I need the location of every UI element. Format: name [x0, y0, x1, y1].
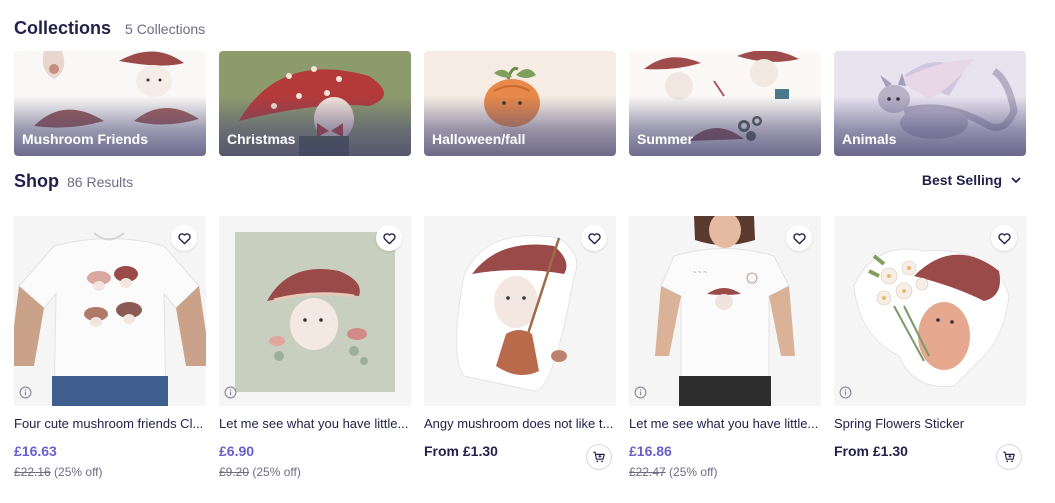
discount-label: (25% off)	[252, 465, 301, 479]
product-card: Spring Flowers Sticker From £1.30	[834, 216, 1026, 479]
add-to-cart-icon	[593, 451, 605, 463]
collections-title: Collections	[14, 18, 112, 38]
original-price: £22.16	[14, 465, 51, 479]
product-card: Let me see what you have little... £6.90…	[219, 216, 411, 479]
shop-title: Shop	[14, 171, 59, 191]
heart-icon	[382, 232, 396, 244]
product-image[interactable]	[219, 216, 411, 406]
original-price: £9.20	[219, 465, 250, 479]
collection-card-mushroom-friends[interactable]: Mushroom Friends	[14, 51, 206, 156]
sort-dropdown[interactable]: Best Selling	[922, 172, 1022, 188]
results-count: 86 Results	[67, 174, 134, 190]
product-price: £16.63	[14, 443, 57, 459]
product-title[interactable]: Let me see what you have little...	[629, 416, 821, 431]
collections-header: Collections 5 Collections	[14, 18, 205, 39]
original-price: £22.47	[629, 465, 666, 479]
product-card: ~ ~ ~ Let me see what you have little...…	[629, 216, 821, 479]
product-title[interactable]: Four cute mushroom friends Cl...	[14, 416, 206, 431]
shop-header: Shop 86 Results	[14, 171, 133, 192]
heart-icon	[177, 232, 191, 244]
sort-label: Best Selling	[921, 172, 1002, 188]
collection-card-halloween-fall[interactable]: Halloween/fall	[424, 51, 616, 156]
chevron-down-icon	[1011, 177, 1021, 183]
product-image[interactable]	[834, 216, 1026, 406]
favorite-button[interactable]	[991, 225, 1017, 251]
collection-label: Mushroom Friends	[22, 131, 149, 147]
svg-text:~ ~ ~: ~ ~ ~	[693, 270, 707, 276]
collection-card-animals[interactable]: Animals	[834, 51, 1026, 156]
collection-card-christmas[interactable]: Christmas	[219, 51, 411, 156]
favorite-button[interactable]	[786, 225, 812, 251]
info-icon[interactable]	[839, 386, 852, 399]
add-to-cart-button[interactable]	[586, 444, 612, 470]
collection-label: Animals	[842, 131, 897, 147]
product-title[interactable]: Spring Flowers Sticker	[834, 416, 1026, 431]
heart-icon	[587, 232, 601, 244]
info-icon[interactable]	[224, 386, 237, 399]
info-icon[interactable]	[634, 386, 647, 399]
product-price: £6.90	[219, 443, 255, 459]
product-card: Four cute mushroom friends Cl... £16.63 …	[14, 216, 206, 479]
collection-label: Christmas	[227, 131, 296, 147]
product-card: Angy mushroom does not like t... From £1…	[424, 216, 616, 479]
favorite-button[interactable]	[581, 225, 607, 251]
add-to-cart-button[interactable]	[996, 444, 1022, 470]
product-image[interactable]: ~ ~ ~	[629, 216, 821, 406]
original-price-row: £22.16 (25% off)	[14, 465, 206, 479]
discount-label: (25% off)	[54, 465, 103, 479]
product-title[interactable]: Let me see what you have little...	[219, 416, 411, 431]
info-icon[interactable]	[19, 386, 32, 399]
discount-label: (25% off)	[669, 465, 718, 479]
product-image[interactable]	[424, 216, 616, 406]
favorite-button[interactable]	[171, 225, 197, 251]
original-price-row: £9.20 (25% off)	[219, 465, 411, 479]
collection-card-summer[interactable]: Summer	[629, 51, 821, 156]
add-to-cart-icon	[1003, 451, 1015, 463]
collection-label: Summer	[637, 131, 694, 147]
original-price-row: £22.47 (25% off)	[629, 465, 821, 479]
favorite-button[interactable]	[376, 225, 402, 251]
heart-icon	[997, 232, 1011, 244]
collections-count: 5 Collections	[125, 21, 206, 37]
product-image[interactable]	[14, 216, 206, 406]
collection-label: Halloween/fall	[432, 131, 526, 147]
product-grid: Four cute mushroom friends Cl... £16.63 …	[14, 216, 1026, 479]
product-title[interactable]: Angy mushroom does not like t...	[424, 416, 616, 431]
product-price: £16.86	[629, 443, 672, 459]
collections-row: Mushroom Friends Christmas Halloween/fal…	[14, 51, 1026, 156]
heart-icon	[792, 232, 806, 244]
